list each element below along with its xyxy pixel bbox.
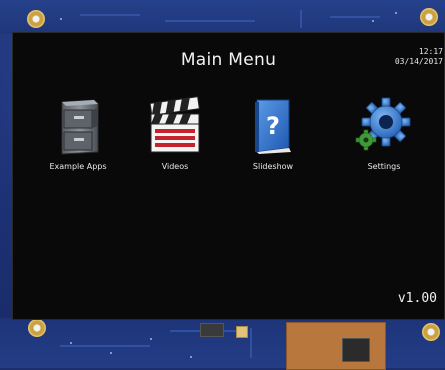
menu-item-example-apps[interactable]: Example Apps <box>33 96 123 171</box>
pcb-via <box>395 12 397 14</box>
help-book-icon: ? <box>255 99 291 154</box>
page-title: Main Menu <box>180 50 277 70</box>
pcb-via <box>110 352 112 354</box>
pcb-trace <box>80 14 140 16</box>
file-cabinet-icon <box>61 99 99 155</box>
lcd-screen: Main Menu 12:17 03/14/2017 Example Apps <box>12 32 445 320</box>
pcb-via <box>372 20 374 22</box>
clock-time: 12:17 <box>418 47 443 56</box>
pcb-chip <box>200 323 224 337</box>
mount-hole <box>27 10 45 28</box>
pcb-via <box>70 342 72 344</box>
pcb-trace <box>300 10 302 28</box>
clock: 12:17 03/14/2017 <box>395 47 443 67</box>
menu-item-settings[interactable]: Settings <box>339 96 429 171</box>
version-label: v1.00 <box>397 291 437 306</box>
menu-item-slideshow[interactable]: ? Slideshow <box>228 96 318 171</box>
pcb-via <box>190 356 192 358</box>
mount-hole <box>28 319 46 337</box>
gear-icon <box>355 97 411 151</box>
menu-item-label: Settings <box>367 162 401 171</box>
svg-text:?: ? <box>266 112 280 140</box>
menu-item-videos[interactable]: Videos <box>130 96 220 171</box>
menu-item-label: Videos <box>161 162 189 171</box>
pcb-component <box>286 322 386 370</box>
menu-item-label: Example Apps <box>49 162 107 171</box>
pcb-via <box>150 338 152 340</box>
pcb-trace <box>330 16 380 18</box>
pcb-pad <box>236 326 248 338</box>
clock-date: 03/14/2017 <box>394 57 443 66</box>
pcb-trace <box>250 328 252 358</box>
mount-hole <box>420 8 438 26</box>
pcb-chip <box>342 338 370 362</box>
mount-hole <box>422 323 440 341</box>
pcb-trace <box>165 20 255 22</box>
pcb-trace <box>60 345 150 347</box>
clapperboard-icon <box>149 96 200 153</box>
menu-item-label: Slideshow <box>252 162 294 171</box>
pcb-via <box>60 18 62 20</box>
